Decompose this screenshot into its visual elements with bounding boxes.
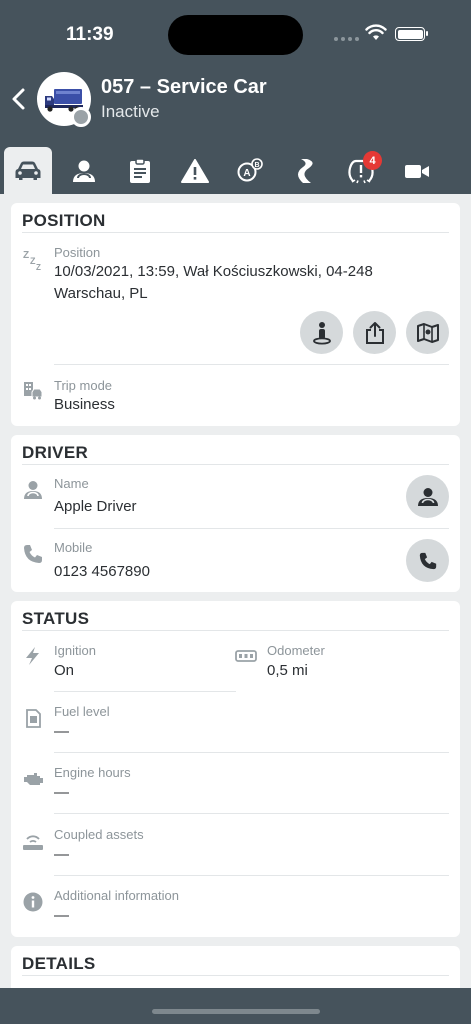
driver-card-title: DRIVER (22, 443, 89, 462)
warning-icon (181, 159, 209, 183)
status-bar: 11:39 (0, 0, 471, 70)
svg-text:Z: Z (23, 250, 29, 261)
video-camera-icon (405, 165, 429, 178)
engine-icon (24, 773, 43, 785)
street-view-button[interactable] (300, 311, 343, 354)
share-position-button[interactable] (353, 311, 396, 354)
coupled-assets-label: Coupled assets (54, 827, 144, 842)
status-card-title: STATUS (22, 609, 90, 628)
back-button[interactable] (8, 86, 30, 112)
battery-icon (395, 27, 428, 41)
svg-text:B: B (254, 162, 259, 169)
show-on-map-button[interactable] (406, 311, 449, 354)
wifi-icon (365, 24, 387, 40)
ignition-value: On (54, 662, 75, 679)
app-header: 11:39 057 – Service Car Inactive A B 4 (0, 0, 471, 194)
driver-name-value: Apple Driver (54, 498, 137, 515)
trip-mode-value: Business (54, 396, 115, 413)
dynamic-island (168, 15, 303, 55)
call-driver-button[interactable] (406, 539, 449, 582)
driver-card: DRIVER Name Apple Driver Mobile 0123 456… (11, 435, 460, 592)
tab-alerts[interactable] (171, 148, 219, 194)
position-value-line2: Warschau, PL (54, 285, 148, 302)
vehicle-status: Inactive (101, 102, 160, 121)
status-card: STATUS Ignition On Odometer 0,5 mi Fuel … (11, 601, 460, 937)
inactive-status-dot (71, 107, 91, 127)
tab-vehicle[interactable] (4, 147, 52, 194)
svg-text:Z: Z (36, 263, 41, 271)
driver-icon (417, 487, 438, 506)
tab-camera[interactable] (393, 148, 441, 194)
odometer-icon (235, 650, 257, 662)
odometer-value: 0,5 mi (267, 662, 308, 679)
map-icon (416, 322, 439, 343)
info-icon (23, 892, 43, 912)
additional-info-value: — (54, 907, 69, 924)
position-card-title: POSITION (22, 211, 106, 230)
engine-hours-value: — (54, 784, 69, 801)
tires-alert-badge: 4 (363, 151, 382, 170)
trip-mode-label: Trip mode (54, 378, 113, 393)
tab-bar: A B (0, 144, 471, 194)
home-indicator[interactable] (152, 1009, 320, 1014)
car-icon (15, 161, 41, 180)
phone-icon (419, 552, 436, 569)
ignition-label: Ignition (54, 643, 96, 658)
tab-driver[interactable] (60, 148, 108, 194)
sleep-zzz-icon: Z Z Z (23, 250, 41, 271)
odometer-label: Odometer (267, 643, 325, 658)
road-icon (298, 159, 313, 183)
driver-profile-button[interactable] (406, 475, 449, 518)
driver-name-label: Name (54, 476, 89, 491)
driver-icon (24, 481, 42, 499)
engine-hours-label: Engine hours (54, 765, 131, 780)
status-time: 11:39 (66, 24, 114, 45)
bottom-bar (0, 988, 471, 1024)
fuel-can-icon (26, 709, 41, 728)
signal-icon (334, 37, 359, 41)
route-ab-icon: A B (237, 158, 263, 182)
street-view-icon (312, 321, 331, 344)
position-value-line1: 10/03/2021, 13:59, Wał Kościuszkowski, 0… (54, 263, 373, 280)
phone-icon (24, 545, 42, 563)
mobile-label: Mobile (54, 540, 93, 555)
tab-route[interactable]: A B (226, 148, 274, 194)
details-card-title: DETAILS (22, 954, 96, 973)
svg-text:A: A (243, 168, 250, 179)
clipboard-icon (130, 158, 150, 183)
coupled-assets-value: — (54, 846, 69, 863)
ignition-bolt-icon (26, 647, 39, 665)
fuel-level-value: — (54, 723, 69, 740)
fuel-level-label: Fuel level (54, 704, 110, 719)
tab-trips[interactable] (282, 148, 330, 194)
position-card: POSITION Z Z Z Position 10/03/2021, 13:5… (11, 203, 460, 426)
driver-icon (73, 160, 95, 182)
position-label: Position (54, 245, 101, 260)
share-icon (365, 321, 384, 344)
tab-tasks[interactable] (116, 148, 164, 194)
trip-mode-icon (24, 382, 43, 400)
mobile-value: 0123 4567890 (54, 563, 150, 580)
additional-info-label: Additional information (54, 888, 180, 903)
vehicle-title: 057 – Service Car (101, 76, 267, 98)
coupled-assets-icon (23, 835, 43, 850)
